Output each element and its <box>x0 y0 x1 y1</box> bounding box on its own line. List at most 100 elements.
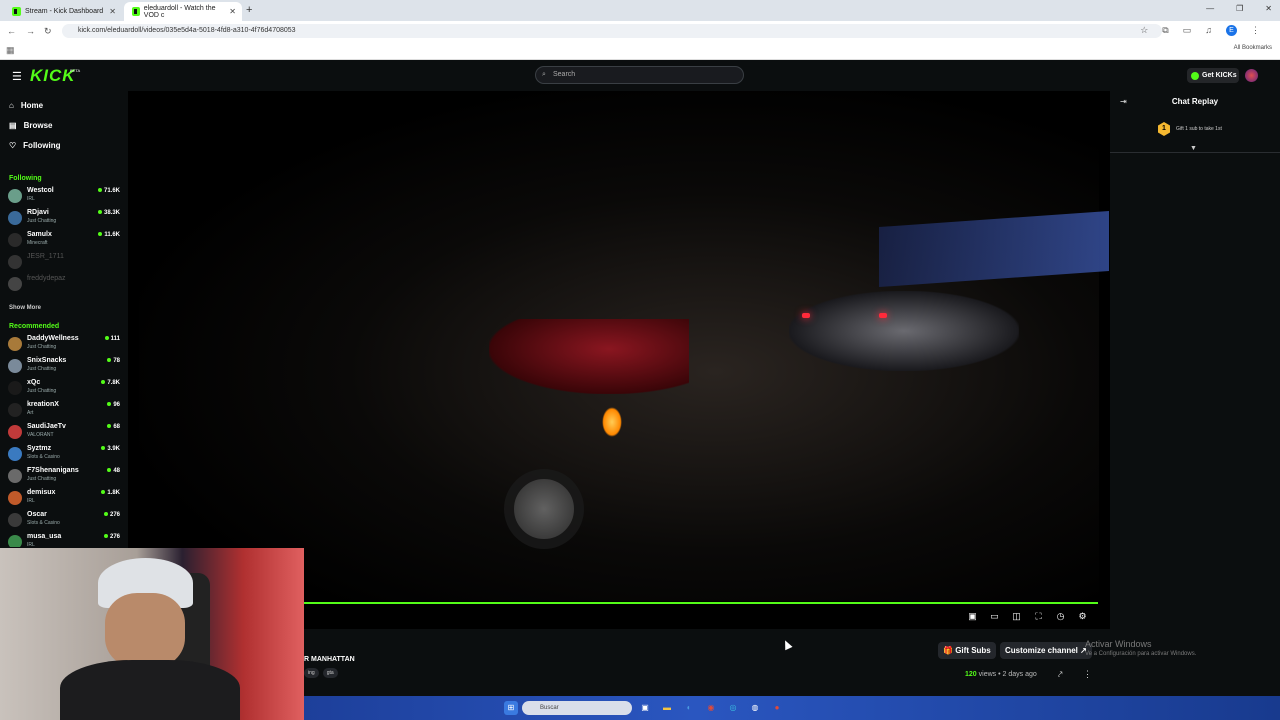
all-bookmarks[interactable]: All Bookmarks <box>1234 45 1272 51</box>
viewer-count: 71.6K <box>98 188 120 194</box>
minimize-icon[interactable]: — <box>1206 4 1214 13</box>
home-icon: ⌂ <box>9 101 14 110</box>
nav-following[interactable]: ♡ Following <box>9 141 61 150</box>
app-icon[interactable]: ◎ <box>726 701 740 715</box>
restore-icon[interactable]: ❐ <box>1236 4 1243 13</box>
task-view-icon[interactable]: ▣ <box>638 701 652 715</box>
channel-category: IRL <box>27 196 35 202</box>
search-input[interactable]: ⌕ Search <box>535 66 744 84</box>
sidebar-channel[interactable]: SnixSnacks Just Chatting 78 <box>8 355 120 375</box>
back-icon[interactable]: ← <box>7 26 16 36</box>
close-tab-icon[interactable]: ✕ <box>109 7 116 16</box>
sidebar-channel[interactable]: Westcol IRL 71.6K <box>8 185 120 205</box>
viewer-count: 111 <box>105 336 120 342</box>
speed-icon[interactable]: ◷ <box>1055 611 1066 622</box>
get-kicks-button[interactable]: Get KICKs <box>1187 68 1239 83</box>
show-more-link[interactable]: Show More <box>9 305 41 311</box>
nav-home[interactable]: ⌂ Home <box>9 101 43 110</box>
sidebar-channel[interactable]: Oscar Slots & Casino 276 <box>8 509 120 529</box>
theater-icon[interactable]: ▭ <box>989 611 1000 622</box>
gift-subs-label: Gift Subs <box>955 646 991 655</box>
edge-icon[interactable]: ◐ <box>682 701 696 715</box>
sidebar: ⌂ Home ▤ Browse ♡ Following Following We… <box>0 91 128 547</box>
channel-category: IRL <box>27 498 35 504</box>
gift-icon: 🎁 <box>943 646 953 655</box>
bookmark-star-icon[interactable]: ☆ <box>1140 25 1148 36</box>
gift-subs-button[interactable]: 🎁 Gift Subs <box>938 642 996 659</box>
sidebar-channel[interactable]: xQc Just Chatting 7.8K <box>8 377 120 397</box>
video-tags: ing gta <box>304 668 338 678</box>
avatar <box>8 337 22 351</box>
sidebar-channel[interactable]: JESR_1711 <box>8 251 120 271</box>
viewer-count: 7.8K <box>101 380 120 386</box>
media-icon[interactable]: ♫ <box>1205 25 1212 36</box>
sidebar-channel[interactable]: RDjavi Just Chatting 38.3K <box>8 207 120 227</box>
fullscreen-icon[interactable]: ⛶ <box>1033 611 1044 622</box>
sidebar-channel[interactable]: Syztmz Slots & Casino 3.9K <box>8 443 120 463</box>
forward-icon[interactable]: → <box>26 26 35 36</box>
tab-label: Stream - Kick Dashboard <box>25 8 104 15</box>
avatar <box>8 447 22 461</box>
pip-icon[interactable]: ◫ <box>1011 611 1022 622</box>
video-frame <box>139 91 1109 601</box>
viewer-count: 96 <box>107 402 120 408</box>
reload-icon[interactable]: ↻ <box>44 26 52 37</box>
menu-icon[interactable]: ⋮ <box>1251 25 1260 36</box>
chat-replay-panel: ⇥ Chat Replay 1 Gift 1 sub to take 1st ▼ <box>1110 91 1280 629</box>
sidebar-channel[interactable]: demisux IRL 1.8K <box>8 487 120 507</box>
heart-icon: ♡ <box>9 141 17 150</box>
kick-logo[interactable]: KICK <box>30 66 76 86</box>
steam-icon[interactable]: ◍ <box>748 701 762 715</box>
customize-channel-button[interactable]: Customize channel ↗ <box>1000 642 1092 659</box>
sidebar-channel[interactable]: musa_usa IRL 276 <box>8 531 120 547</box>
more-options-icon[interactable]: ⋮ <box>1083 669 1092 680</box>
avatar <box>8 403 22 417</box>
close-tab-icon[interactable]: ✕ <box>229 7 236 16</box>
sidebar-channel[interactable]: kreationX Art 96 <box>8 399 120 419</box>
sidebar-channel[interactable]: F7Shenanigans Just Chatting 48 <box>8 465 120 485</box>
windows-start-icon[interactable]: ⊞ <box>504 701 518 715</box>
channel-category: Just Chatting <box>27 366 57 372</box>
tag[interactable]: ing <box>304 668 319 678</box>
tab-kick-dashboard[interactable]: Stream - Kick Dashboard ✕ <box>4 2 122 21</box>
channel-name: Oscar <box>27 511 47 518</box>
gift-leaderboard[interactable]: 1 Gift 1 sub to take 1st ▼ <box>1110 119 1280 153</box>
share-icon[interactable]: ⤤ <box>1058 670 1063 680</box>
channel-category: Art <box>27 410 34 416</box>
extensions-icon[interactable]: ⧉ <box>1162 25 1168 36</box>
tag[interactable]: gta <box>322 668 338 678</box>
cast-icon[interactable]: ▭ <box>1183 25 1192 36</box>
progress-bar[interactable] <box>304 602 1098 604</box>
new-tab-icon[interactable]: + <box>246 4 252 16</box>
nav-browse[interactable]: ▤ Browse <box>9 121 52 130</box>
hamburger-menu-icon[interactable]: ☰ <box>12 70 22 83</box>
tab-label: eleduardoll - Watch the VOD c <box>143 4 216 19</box>
customize-label: Customize channel <box>1005 646 1078 655</box>
url-field[interactable]: kick.com/eleduardoll/videos/035e5d4a-501… <box>62 24 1162 38</box>
chat-title: Chat Replay <box>1171 97 1219 106</box>
channel-name: RDjavi <box>27 209 49 216</box>
user-avatar[interactable] <box>1245 69 1258 82</box>
miniplayer-icon[interactable]: ▣ <box>967 611 978 622</box>
sidebar-channel[interactable]: Samulx Minecraft 11.6K <box>8 229 120 249</box>
profile-avatar[interactable]: E <box>1226 25 1237 36</box>
sidebar-channel[interactable]: freddydepaz <box>8 273 120 293</box>
url-text: kick.com/eleduardoll/videos/035e5d4a-501… <box>78 27 296 34</box>
video-car-red <box>489 319 689 394</box>
webcam-face <box>105 593 185 668</box>
taskbar-search-input[interactable]: Buscar <box>522 701 632 715</box>
bookmarks-bar: ▦ All Bookmarks <box>0 41 1280 60</box>
avatar <box>8 535 22 547</box>
sidebar-channel[interactable]: DaddyWellness Just Chatting 111 <box>8 333 120 353</box>
channel-category: Slots & Casino <box>27 454 60 460</box>
close-window-icon[interactable]: ✕ <box>1265 4 1272 13</box>
obs-icon[interactable]: ● <box>770 701 784 715</box>
channel-category: IRL <box>27 542 35 547</box>
chrome-icon[interactable]: ◉ <box>704 701 718 715</box>
chevron-down-icon[interactable]: ▼ <box>1190 145 1197 152</box>
apps-grid-icon[interactable]: ▦ <box>6 45 15 56</box>
tab-vod[interactable]: eleduardoll - Watch the VOD c ✕ <box>124 2 242 21</box>
file-explorer-icon[interactable]: ▬ <box>660 701 674 715</box>
settings-icon[interactable]: ⚙ <box>1077 611 1088 622</box>
sidebar-channel[interactable]: SaudiJaeTv VALORANT 68 <box>8 421 120 441</box>
